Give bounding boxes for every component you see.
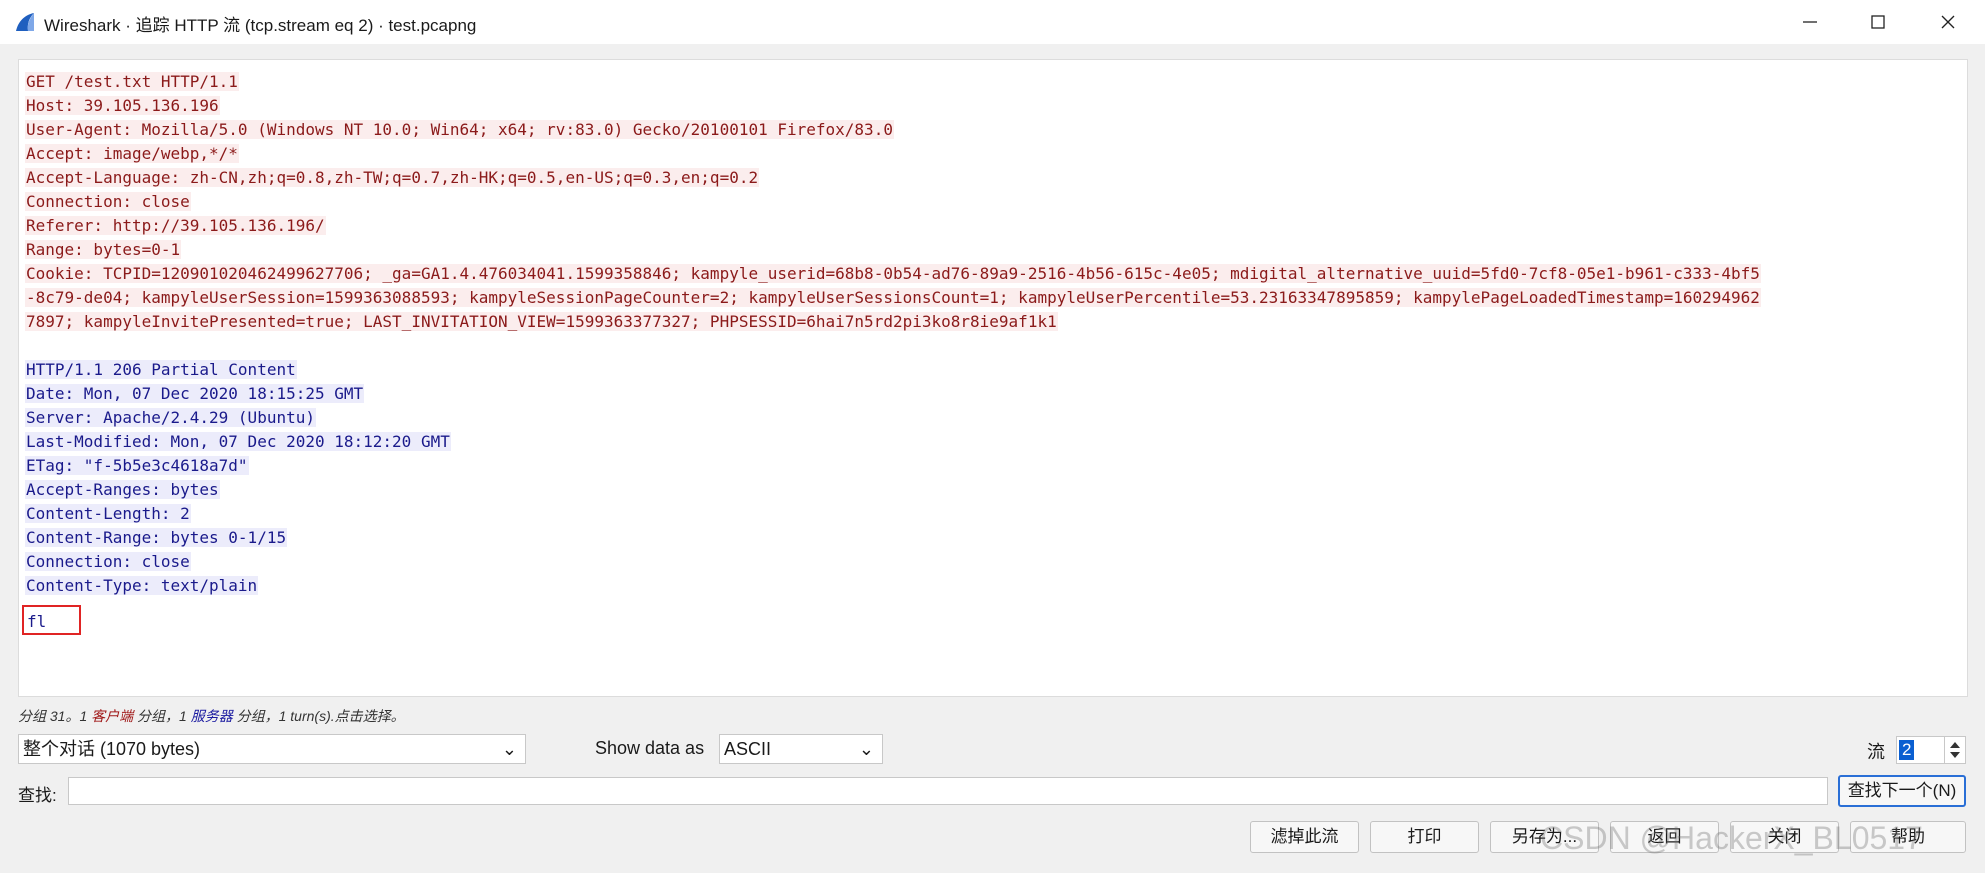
response-line-text: Last-Modified: Mon, 07 Dec 2020 18:12:20…	[25, 432, 451, 451]
response-line: Content-Range: bytes 0-1/15	[25, 526, 1965, 550]
response-line: Date: Mon, 07 Dec 2020 18:15:25 GMT	[25, 382, 1965, 406]
request-line-text: Accept: image/webp,*/*	[25, 144, 239, 163]
title-bar: Wireshark · 追踪 HTTP 流 (tcp.stream eq 2) …	[0, 0, 1985, 44]
response-line-text: Content-Range: bytes 0-1/15	[25, 528, 288, 547]
minimize-icon	[1803, 21, 1817, 23]
payload-line: fl	[22, 605, 1965, 635]
request-line: Range: bytes=0-1	[25, 238, 1965, 262]
request-line: GET /test.txt HTTP/1.1	[25, 70, 1965, 94]
find-input[interactable]	[68, 777, 1828, 805]
request-line: -8c79-de04; kampyleUserSession=159936308…	[25, 286, 1965, 310]
request-line: Connection: close	[25, 190, 1965, 214]
response-line: Content-Length: 2	[25, 502, 1965, 526]
request-line: Accept-Language: zh-CN,zh;q=0.8,zh-TW;q=…	[25, 166, 1965, 190]
maximize-icon	[1871, 15, 1885, 29]
show-data-select[interactable]: ASCII ⌄	[719, 734, 883, 764]
save-as-button[interactable]: 另存为...	[1490, 821, 1599, 853]
highlight-box	[22, 605, 81, 635]
response-line: Connection: close	[25, 550, 1965, 574]
wireshark-fin-icon	[16, 13, 34, 31]
request-line-text: User-Agent: Mozilla/5.0 (Windows NT 10.0…	[25, 120, 894, 139]
summary-mid: 分组，1	[133, 708, 191, 724]
stream-number-value: 2	[1899, 740, 1915, 760]
response-line-text: Content-Length: 2	[25, 504, 191, 523]
chevron-up-icon[interactable]	[1950, 742, 1960, 748]
request-line-text: Cookie: TCPID=120901020462499627706; _ga…	[25, 264, 1761, 283]
conversation-select[interactable]: 整个对话 (1070 bytes) ⌄	[18, 734, 526, 764]
stream-text: GET /test.txt HTTP/1.1 Host: 39.105.136.1…	[22, 70, 1965, 635]
find-label: 查找:	[18, 786, 57, 805]
request-line-text: Host: 39.105.136.196	[25, 96, 220, 115]
packet-summary: 分组 31。1 客户端 分组，1 服务器 分组，1 turn(s).点击选择。	[18, 706, 405, 726]
response-line-text: Accept-Ranges: bytes	[25, 480, 220, 499]
close-icon	[1941, 15, 1955, 29]
server-response-block: HTTP/1.1 206 Partial Content Date: Mon, 0…	[25, 358, 1965, 598]
request-line-text: GET /test.txt HTTP/1.1	[25, 72, 239, 91]
response-line-text: Connection: close	[25, 552, 191, 571]
request-line: Host: 39.105.136.196	[25, 94, 1965, 118]
response-line: Server: Apache/2.4.29 (Ubuntu)	[25, 406, 1965, 430]
request-line-text: -8c79-de04; kampyleUserSession=159936308…	[25, 288, 1761, 307]
request-line: Referer: http://39.105.136.196/	[25, 214, 1965, 238]
request-line-text: Connection: close	[25, 192, 191, 211]
stream-label: 流	[1867, 742, 1885, 762]
close-window-button[interactable]	[1913, 0, 1983, 44]
request-line-text: 7897; kampyleInvitePresented=true; LAST_…	[25, 312, 1058, 331]
close-dialog-button[interactable]: 关闭	[1730, 821, 1839, 853]
response-line-text: Content-Type: text/plain	[25, 576, 259, 595]
show-data-value: ASCII	[724, 739, 772, 759]
request-line-text: Referer: http://39.105.136.196/	[25, 216, 326, 235]
spinner-arrows[interactable]	[1944, 737, 1965, 763]
server-label[interactable]: 服务器	[191, 708, 233, 724]
print-button[interactable]: 打印	[1370, 821, 1479, 853]
response-line: ETag: "f-5b5e3c4618a7d"	[25, 454, 1965, 478]
help-button[interactable]: 帮助	[1850, 821, 1966, 853]
filter-out-button[interactable]: 滤掉此流	[1250, 821, 1359, 853]
chevron-down-icon: ⌄	[858, 739, 874, 759]
request-line: Accept: image/webp,*/*	[25, 142, 1965, 166]
response-line: Last-Modified: Mon, 07 Dec 2020 18:12:20…	[25, 430, 1965, 454]
find-next-button[interactable]: 查找下一个(N)	[1838, 775, 1966, 807]
window-title: Wireshark · 追踪 HTTP 流 (tcp.stream eq 2) …	[44, 16, 477, 35]
conversation-select-value: 整个对话 (1070 bytes)	[23, 739, 201, 759]
chevron-down-icon[interactable]	[1950, 752, 1960, 758]
request-line: User-Agent: Mozilla/5.0 (Windows NT 10.0…	[25, 118, 1965, 142]
response-line: Content-Type: text/plain	[25, 574, 1965, 598]
show-data-label: Show data as	[595, 738, 705, 758]
client-label[interactable]: 客户端	[91, 708, 133, 724]
response-line-text: ETag: "f-5b5e3c4618a7d"	[25, 456, 249, 475]
request-line: Cookie: TCPID=120901020462499627706; _ga…	[25, 262, 1965, 286]
response-line-text: Server: Apache/2.4.29 (Ubuntu)	[25, 408, 316, 427]
response-line: HTTP/1.1 206 Partial Content	[25, 358, 1965, 382]
minimize-window-button[interactable]	[1775, 0, 1845, 44]
response-line: Accept-Ranges: bytes	[25, 478, 1965, 502]
request-line-text: Range: bytes=0-1	[25, 240, 182, 259]
summary-suffix: 分组，1 turn(s).点击选择。	[232, 708, 405, 724]
summary-prefix: 分组 31。1	[18, 708, 92, 724]
stream-content-pane[interactable]: GET /test.txt HTTP/1.1 Host: 39.105.136.1…	[18, 59, 1968, 697]
back-button[interactable]: 返回	[1610, 821, 1719, 853]
request-line-text: Accept-Language: zh-CN,zh;q=0.8,zh-TW;q=…	[25, 168, 760, 187]
client-request-block: GET /test.txt HTTP/1.1 Host: 39.105.136.1…	[25, 70, 1965, 334]
response-line-text: HTTP/1.1 206 Partial Content	[25, 360, 297, 379]
request-line: 7897; kampyleInvitePresented=true; LAST_…	[25, 310, 1965, 334]
chevron-down-icon: ⌄	[501, 739, 517, 759]
response-line-text: Date: Mon, 07 Dec 2020 18:15:25 GMT	[25, 384, 365, 403]
maximize-window-button[interactable]	[1843, 0, 1913, 44]
stream-number-spinner[interactable]: 2	[1896, 736, 1966, 764]
